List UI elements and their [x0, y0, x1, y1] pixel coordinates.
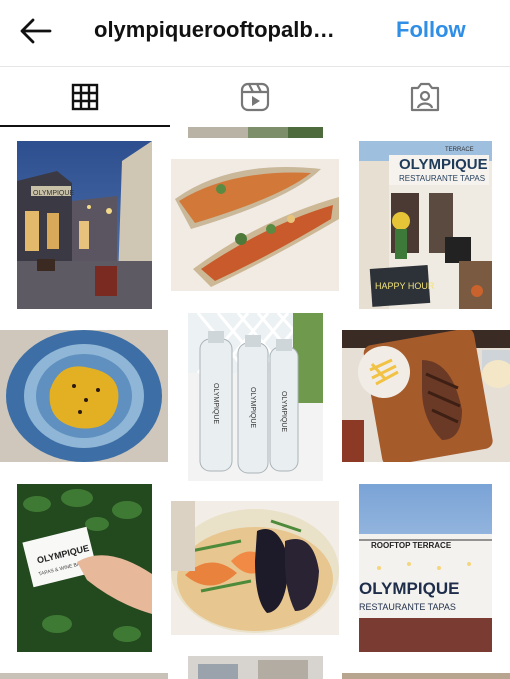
post-thumbnail[interactable]: [0, 330, 168, 462]
post-thumbnail[interactable]: [171, 501, 339, 635]
post-thumbnail[interactable]: ROOFTOP TERRACE OLYMPIQUE RESTAURANTE TA…: [359, 484, 492, 652]
tagged-icon: [410, 82, 440, 112]
grid-icon: [71, 83, 99, 111]
follow-button[interactable]: Follow: [396, 16, 466, 44]
restaurant-sign-sub: RESTAURANTE TAPAS: [399, 174, 485, 183]
top-bar: olympiquerooftopalb… Follow: [0, 0, 510, 62]
post-thumbnail[interactable]: [342, 330, 510, 462]
storefront-sign-text: OLYMPIQUE: [33, 190, 74, 197]
back-arrow-icon[interactable]: [18, 16, 54, 46]
partial-post-thumbnail[interactable]: [0, 673, 168, 679]
post-thumbnail[interactable]: [171, 159, 339, 291]
tab-reels[interactable]: [170, 67, 340, 127]
bottle-label-1: OLYMPIQUE: [212, 383, 219, 424]
profile-tabs: [0, 67, 510, 127]
partial-post-thumbnail[interactable]: [342, 673, 510, 679]
chalkboard-text: HAPPY HOUR: [375, 281, 435, 291]
rooftop-sign-top: ROOFTOP TERRACE: [371, 541, 452, 550]
post-grid: OLYMPIQUE OLYMPIQUE RESTAURANTE TAPAS TE…: [0, 127, 510, 679]
post-thumbnail[interactable]: OLYMPIQUE: [17, 141, 152, 309]
rooftop-sign-main: OLYMPIQUE: [359, 579, 459, 598]
bottle-label-3: OLYMPIQUE: [280, 391, 287, 432]
restaurant-sign-top: TERRACE: [445, 147, 474, 153]
tab-grid[interactable]: [0, 67, 170, 127]
rooftop-sign-sub: RESTAURANTE TAPAS: [359, 602, 456, 612]
post-thumbnail[interactable]: OLYMPIQUE RESTAURANTE TAPAS TERRACE HAPP…: [359, 141, 492, 309]
reels-icon: [240, 82, 270, 112]
partial-post-thumbnail[interactable]: [188, 656, 323, 679]
bottle-label-2: OLYMPIQUE: [249, 387, 256, 428]
account-name: olympiquerooftopalb…: [94, 17, 335, 42]
post-thumbnail[interactable]: OLYMPIQUE OLYMPIQUE OLYMPIQUE: [188, 313, 323, 481]
partial-post-thumbnail[interactable]: [188, 127, 323, 138]
restaurant-sign-main: OLYMPIQUE: [399, 156, 488, 173]
post-thumbnail[interactable]: OLYMPIQUE TAPAS & WINE BAR: [17, 484, 152, 652]
tab-tagged[interactable]: [340, 67, 510, 127]
